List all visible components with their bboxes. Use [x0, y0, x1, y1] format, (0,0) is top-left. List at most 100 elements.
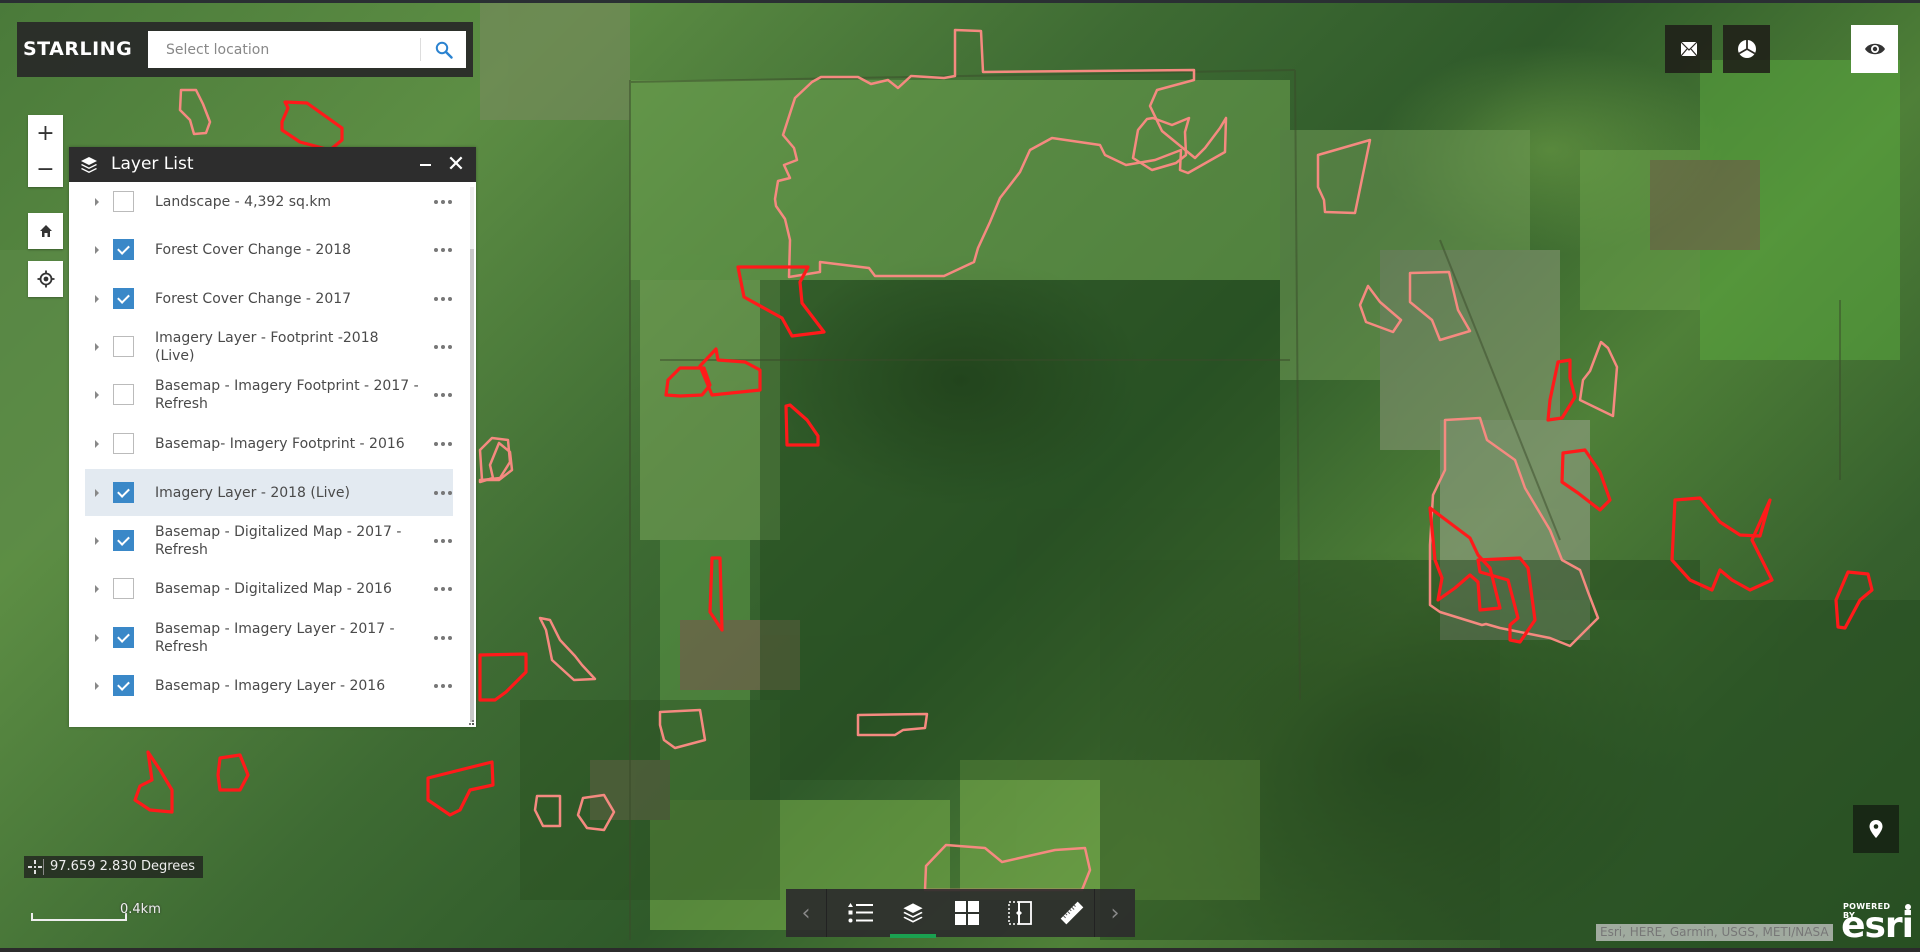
- location-pin-button[interactable]: [1853, 805, 1899, 853]
- layer-checkbox[interactable]: [113, 674, 134, 696]
- layer-checkbox[interactable]: [113, 287, 134, 309]
- layer-row[interactable]: Basemap- Imagery Footprint - 2016: [85, 420, 453, 467]
- grid-icon: [955, 901, 979, 925]
- toolbar-next-button[interactable]: ›: [1094, 889, 1135, 937]
- expand-arrow-icon[interactable]: [95, 633, 99, 642]
- expand-arrow-icon[interactable]: [95, 439, 99, 448]
- esri-wordmark: esri: [1841, 905, 1914, 946]
- chart-button[interactable]: [1723, 25, 1770, 73]
- more-options-icon[interactable]: [434, 296, 456, 307]
- scrollbar-thumb[interactable]: [470, 249, 474, 722]
- expand-arrow-icon[interactable]: [95, 584, 99, 593]
- layer-label: Basemap - Imagery Layer - 2017 - Refresh: [155, 620, 395, 655]
- esri-logo[interactable]: POWERED BY esri: [1841, 902, 1914, 946]
- search-divider: [420, 38, 421, 61]
- layer-checkbox[interactable]: [113, 238, 134, 260]
- list-icon: [848, 903, 873, 923]
- polygon-2018: [216, 753, 250, 792]
- layer-checkbox[interactable]: [113, 432, 134, 454]
- polygon-2017: [1578, 340, 1619, 418]
- locate-control: [28, 261, 63, 297]
- coordinate-separator: [43, 859, 44, 875]
- legend-button[interactable]: [836, 889, 886, 937]
- polygon-2018: [280, 100, 344, 152]
- pie-chart-icon: [1737, 40, 1756, 58]
- layers-button[interactable]: [888, 889, 938, 938]
- more-options-icon[interactable]: [434, 635, 456, 646]
- locate-button[interactable]: [28, 261, 63, 297]
- layer-label: Basemap - Digitalized Map - 2017 - Refre…: [155, 523, 402, 558]
- layer-list-title: Layer List: [111, 154, 194, 174]
- top-edge: [0, 0, 1920, 3]
- app-header: STARLING: [17, 22, 473, 77]
- layer-row[interactable]: Basemap - Imagery Footprint - 2017 - Ref…: [85, 371, 453, 418]
- layer-row[interactable]: Forest Cover Change - 2017: [85, 275, 453, 322]
- polygon-2018: [1670, 496, 1774, 592]
- more-options-icon[interactable]: [434, 344, 456, 355]
- search-button[interactable]: [422, 31, 466, 68]
- expand-arrow-icon[interactable]: [95, 245, 99, 254]
- layer-checkbox[interactable]: [113, 383, 134, 405]
- layer-checkbox[interactable]: [113, 481, 134, 503]
- map-attribution[interactable]: Esri, HERE, Garmin, USGS, METI/NASA: [1596, 924, 1833, 941]
- layer-list-panel: Layer List ✕ Landscape - 4,392 sq.km For…: [69, 147, 476, 727]
- layer-checkbox[interactable]: [113, 335, 134, 357]
- layer-row-selected[interactable]: Imagery Layer - 2018 (Live): [85, 469, 453, 516]
- more-options-icon[interactable]: [434, 441, 456, 452]
- layer-row[interactable]: Landscape - 4,392 sq.km: [85, 182, 453, 225]
- layer-row[interactable]: Forest Cover Change - 2018: [85, 226, 453, 273]
- visibility-button[interactable]: [1851, 25, 1898, 73]
- expand-arrow-icon[interactable]: [95, 342, 99, 351]
- swipe-icon: [1008, 901, 1032, 925]
- close-button[interactable]: ✕: [443, 147, 469, 182]
- more-options-icon[interactable]: [434, 538, 456, 549]
- more-options-icon[interactable]: [434, 490, 456, 501]
- expand-arrow-icon[interactable]: [95, 197, 99, 206]
- expand-arrow-icon[interactable]: [95, 536, 99, 545]
- layer-checkbox[interactable]: [113, 577, 134, 599]
- map-pin-icon: [1869, 820, 1883, 838]
- zoom-out-button[interactable]: −: [28, 151, 63, 187]
- expand-arrow-icon[interactable]: [95, 681, 99, 690]
- layer-checkbox[interactable]: [113, 529, 134, 551]
- expand-arrow-icon[interactable]: [95, 294, 99, 303]
- home-control: [28, 213, 63, 249]
- expand-arrow-icon[interactable]: [95, 488, 99, 497]
- measurement-button[interactable]: [1047, 889, 1097, 937]
- layer-row[interactable]: Imagery Layer - Footprint -2018 (Live): [85, 323, 453, 370]
- expand-arrow-icon[interactable]: [95, 390, 99, 399]
- swipe-button[interactable]: [995, 889, 1045, 937]
- more-options-icon[interactable]: [434, 586, 456, 597]
- location-search-input[interactable]: [148, 31, 418, 68]
- layer-row[interactable]: Basemap - Imagery Layer - 2017 - Refresh: [85, 614, 453, 661]
- more-options-icon[interactable]: [434, 247, 456, 258]
- layer-checkbox[interactable]: [113, 626, 134, 648]
- layer-list-body: Landscape - 4,392 sq.km Forest Cover Cha…: [69, 182, 469, 727]
- layer-row[interactable]: Basemap - Digitalized Map - 2016: [85, 565, 453, 612]
- polygon-2018: [133, 750, 174, 814]
- basemap-gallery-button[interactable]: [942, 889, 992, 937]
- resize-handle-icon[interactable]: [466, 717, 474, 725]
- layer-label: Landscape - 4,392 sq.km: [155, 193, 332, 210]
- search-icon: [435, 41, 453, 59]
- mail-button[interactable]: [1665, 25, 1712, 73]
- layer-row[interactable]: Basemap - Digitalized Map - 2017 - Refre…: [85, 517, 453, 564]
- zoom-in-button[interactable]: +: [28, 115, 63, 151]
- layer-row[interactable]: Basemap - Imagery Layer - 2016: [85, 662, 453, 709]
- crosshair-icon[interactable]: [28, 860, 42, 874]
- layer-list-scrollbar[interactable]: [470, 187, 474, 722]
- layer-list-header: Layer List ✕: [69, 147, 476, 182]
- minimize-button[interactable]: [414, 147, 438, 182]
- layer-label: Imagery Layer - 2018 (Live): [155, 484, 350, 501]
- polygon-2017: [478, 441, 514, 484]
- more-options-icon[interactable]: [434, 392, 456, 403]
- more-options-icon[interactable]: [434, 199, 456, 210]
- toolbar-prev-button[interactable]: ‹: [786, 889, 827, 937]
- more-options-icon[interactable]: [434, 683, 456, 694]
- layer-label: Basemap- Imagery Footprint - 2016: [155, 435, 405, 452]
- layers-icon: [79, 155, 99, 179]
- search-box: [148, 31, 466, 68]
- home-button[interactable]: [28, 213, 63, 249]
- layer-checkbox[interactable]: [113, 190, 134, 212]
- polygon-2018: [478, 652, 528, 702]
